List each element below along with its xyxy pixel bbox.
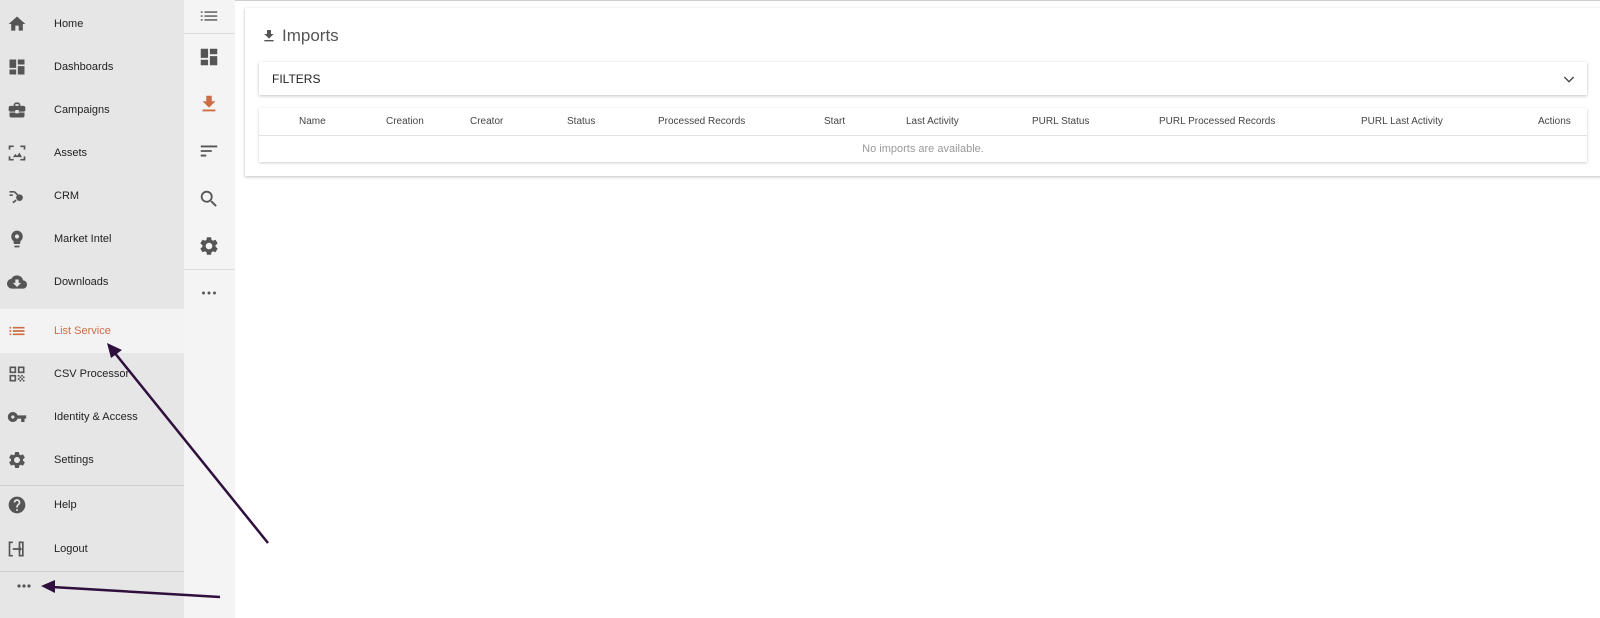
- nav-item-home[interactable]: Home: [0, 2, 184, 46]
- empty-state-message: No imports are available.: [862, 143, 984, 155]
- rail-divider: [184, 269, 235, 270]
- nav-item-label: Home: [54, 18, 84, 30]
- nav-item-identity-access[interactable]: Identity & Access: [0, 395, 184, 439]
- nav-item-help[interactable]: Help: [0, 483, 184, 527]
- filters-label: FILTERS: [272, 72, 321, 86]
- nav-item-label: Identity & Access: [54, 411, 138, 423]
- column-header-creator[interactable]: Creator: [470, 116, 503, 127]
- search-icon[interactable]: [198, 188, 220, 210]
- nav-item-label: Market Intel: [54, 233, 112, 245]
- imports-table: Name Creation Creator Status Processed R…: [259, 108, 1587, 162]
- nav-item-label: CRM: [54, 190, 80, 202]
- column-header-actions[interactable]: Actions: [1538, 116, 1571, 127]
- nav-item-logout[interactable]: Logout: [0, 527, 184, 571]
- sort-icon[interactable]: [198, 140, 220, 162]
- dashboard-icon: [9, 59, 25, 75]
- logout-icon: [8, 541, 24, 557]
- column-header-purl-processed-records[interactable]: PURL Processed Records: [1159, 116, 1275, 127]
- nav-item-label: Logout: [54, 543, 88, 555]
- side-nav: Home Dashboards Campaigns Assets CRM Mar…: [0, 0, 184, 618]
- help-icon: [8, 496, 26, 514]
- menu-icon[interactable]: [198, 5, 220, 27]
- cloud-download-icon: [7, 275, 27, 289]
- gear-icon: [9, 452, 25, 468]
- column-header-start[interactable]: Start: [824, 116, 845, 127]
- header-divider: [235, 0, 1600, 1]
- nav-item-label: Help: [54, 499, 77, 511]
- nav-item-label: CSV Processor: [54, 368, 130, 380]
- chevron-down-icon[interactable]: [1561, 71, 1577, 87]
- nav-item-label: Campaigns: [54, 104, 110, 116]
- column-header-last-activity[interactable]: Last Activity: [906, 116, 959, 127]
- market-intel-icon: [11, 230, 23, 248]
- column-header-status[interactable]: Status: [567, 116, 595, 127]
- table-header-divider: [259, 135, 1587, 136]
- more-horizontal-icon[interactable]: [14, 578, 34, 594]
- assets-icon: [8, 145, 26, 161]
- column-header-purl-last-activity[interactable]: PURL Last Activity: [1361, 116, 1443, 127]
- nav-item-assets[interactable]: Assets: [0, 131, 184, 175]
- nav-item-label: List Service: [54, 325, 111, 337]
- nav-item-crm[interactable]: CRM: [0, 174, 184, 218]
- nav-item-label: Settings: [54, 454, 94, 466]
- column-header-purl-status[interactable]: PURL Status: [1032, 116, 1089, 127]
- nav-item-label: Assets: [54, 147, 88, 159]
- qr-code-icon: [9, 366, 25, 382]
- column-header-name[interactable]: Name: [299, 116, 326, 127]
- briefcase-icon: [8, 102, 26, 118]
- key-icon: [7, 412, 27, 422]
- secondary-rail: [184, 0, 235, 618]
- download-icon: [264, 30, 274, 42]
- nav-item-label: Downloads: [54, 276, 109, 288]
- download-icon[interactable]: [198, 93, 220, 115]
- nav-item-list-service[interactable]: List Service: [0, 309, 184, 353]
- nav-item-settings[interactable]: Settings: [0, 438, 184, 482]
- nav-item-market-intel[interactable]: Market Intel: [0, 217, 184, 261]
- nav-item-campaigns[interactable]: Campaigns: [0, 88, 184, 132]
- gear-icon[interactable]: [198, 235, 220, 257]
- column-header-processed-records[interactable]: Processed Records: [658, 116, 745, 127]
- dashboard-icon[interactable]: [198, 46, 220, 68]
- list-icon: [9, 326, 25, 336]
- more-horizontal-icon[interactable]: [198, 282, 220, 304]
- rail-divider: [184, 33, 235, 34]
- nav-item-downloads[interactable]: Downloads: [0, 260, 184, 304]
- column-header-creation[interactable]: Creation: [386, 116, 424, 127]
- nav-item-csv-processor[interactable]: CSV Processor: [0, 352, 184, 396]
- page-title: Imports: [282, 26, 339, 45]
- crm-icon: [9, 191, 23, 204]
- nav-divider: [0, 571, 184, 572]
- filters-panel[interactable]: FILTERS: [259, 62, 1587, 95]
- home-icon: [8, 16, 26, 31]
- nav-item-dashboards[interactable]: Dashboards: [0, 45, 184, 89]
- nav-item-label: Dashboards: [54, 61, 114, 73]
